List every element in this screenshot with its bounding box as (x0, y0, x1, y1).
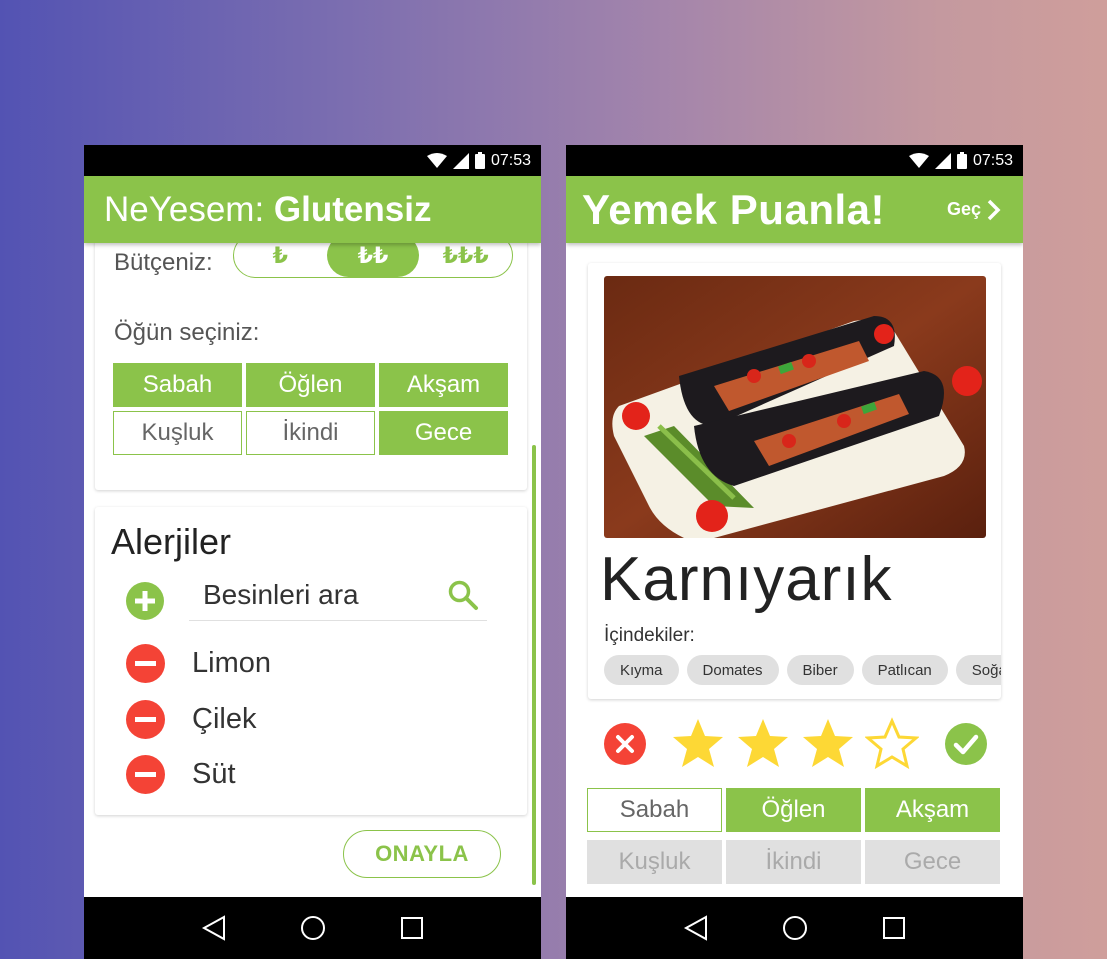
ingredient-tag: Biber (786, 655, 854, 685)
minus-circle-icon[interactable] (126, 754, 165, 794)
search-icon[interactable] (447, 579, 479, 611)
allergies-card: Alerjiler Limon Çilek (95, 507, 527, 815)
plus-circle-icon[interactable] (126, 582, 164, 620)
nav-bar (84, 897, 541, 959)
app-bar: Yemek Puanla! Geç (566, 176, 1023, 243)
budget-label: Bütçeniz: (114, 249, 213, 276)
meal-chip-kusluk[interactable]: Kuşluk (113, 411, 242, 455)
confirm-button[interactable]: ONAYLA (343, 830, 501, 878)
meal-chip-gece: Gece (865, 840, 1000, 884)
battery-icon (474, 152, 485, 169)
food-card: Karnıyarık İçindekiler: Kıyma Domates Bi… (588, 263, 1001, 699)
home-icon[interactable] (299, 914, 327, 942)
meal-selector: Sabah Öğlen Akşam Kuşluk İkindi Gece (113, 363, 508, 455)
status-bar: 07:53 (566, 145, 1023, 176)
meal-label: Öğün seçiniz: (114, 319, 260, 346)
rating-row (566, 713, 1023, 773)
meal-chip-oglen[interactable]: Öğlen (246, 363, 375, 407)
ingredient-tag: Soğan (955, 655, 1001, 685)
meal-chip-sabah[interactable]: Sabah (113, 363, 242, 407)
skip-label: Geç (946, 199, 981, 219)
wifi-icon (908, 152, 929, 168)
star-icon[interactable] (736, 717, 790, 771)
rating-screen: Karnıyarık İçindekiler: Kıyma Domates Bi… (566, 243, 1023, 897)
search-input[interactable] (203, 577, 433, 613)
close-circle-icon[interactable] (604, 723, 646, 765)
app-bar: NeYesem: Glutensiz (84, 176, 541, 243)
allergy-item: Süt (126, 754, 236, 794)
allergy-label: Çilek (192, 702, 257, 735)
recents-icon[interactable] (398, 914, 426, 942)
allergies-title: Alerjiler (111, 521, 232, 562)
ingredient-tag: Patlıcan (861, 655, 948, 685)
food-name: Karnıyarık (600, 545, 893, 614)
filter-screen: Bütçeniz: ₺ ₺₺ ₺₺₺ Öğün seçiniz: Sabah Ö… (84, 233, 541, 897)
ingredient-tag: Kıyma (604, 655, 679, 685)
signal-icon (452, 152, 469, 169)
meal-chip-gece[interactable]: Gece (379, 411, 508, 455)
app-title-diet: Glutensiz (273, 189, 432, 229)
ingredient-list: Kıyma Domates Biber Patlıcan Soğan (604, 655, 1001, 685)
recents-icon[interactable] (880, 914, 908, 942)
star-outline-icon[interactable] (865, 717, 919, 771)
search-field (189, 569, 487, 621)
ingredients-label: İçindekiler: (604, 625, 695, 646)
allergy-label: Süt (192, 757, 236, 790)
back-icon[interactable] (682, 914, 710, 942)
allergy-label: Limon (192, 646, 271, 679)
app-title: Yemek Puanla! (582, 185, 885, 233)
meal-chip-ikindi: İkindi (726, 840, 861, 884)
scrollbar[interactable] (532, 445, 536, 885)
allergy-item: Çilek (126, 699, 256, 739)
minus-circle-icon[interactable] (126, 643, 165, 683)
app-title-prefix: NeYesem: (104, 189, 274, 229)
back-icon[interactable] (200, 914, 228, 942)
food-image (604, 276, 986, 538)
check-circle-icon[interactable] (945, 723, 987, 765)
star-icon[interactable] (671, 717, 725, 771)
meal-chip-ikindi[interactable]: İkindi (246, 411, 375, 455)
meal-chip-kusluk: Kuşluk (587, 840, 722, 884)
nav-bar (566, 897, 1023, 959)
preferences-card: Bütçeniz: ₺ ₺₺ ₺₺₺ Öğün seçiniz: Sabah Ö… (95, 233, 527, 490)
meal-selector: Sabah Öğlen Akşam Kuşluk İkindi Gece (587, 788, 1001, 884)
phone-right: 07:53 Yemek Puanla! Geç Karnıyarık İçind… (566, 145, 1023, 959)
chevron-right-icon (987, 199, 1001, 220)
meal-chip-sabah[interactable]: Sabah (587, 788, 722, 832)
wifi-icon (426, 152, 447, 168)
status-time: 07:53 (490, 151, 531, 169)
battery-icon (956, 152, 967, 169)
phone-left: 07:53 NeYesem: Glutensiz Bütçeniz: ₺ ₺₺ … (84, 145, 541, 959)
status-time: 07:53 (972, 151, 1013, 169)
ingredient-tag: Domates (686, 655, 779, 685)
signal-icon (934, 152, 951, 169)
star-icon[interactable] (801, 717, 855, 771)
meal-chip-oglen[interactable]: Öğlen (726, 788, 861, 832)
status-bar: 07:53 (84, 145, 541, 176)
skip-button[interactable]: Geç (947, 199, 1001, 221)
minus-circle-icon[interactable] (126, 699, 165, 739)
meal-chip-aksam[interactable]: Akşam (379, 363, 508, 407)
allergy-item: Limon (126, 643, 271, 683)
meal-chip-aksam[interactable]: Akşam (865, 788, 1000, 832)
home-icon[interactable] (781, 914, 809, 942)
